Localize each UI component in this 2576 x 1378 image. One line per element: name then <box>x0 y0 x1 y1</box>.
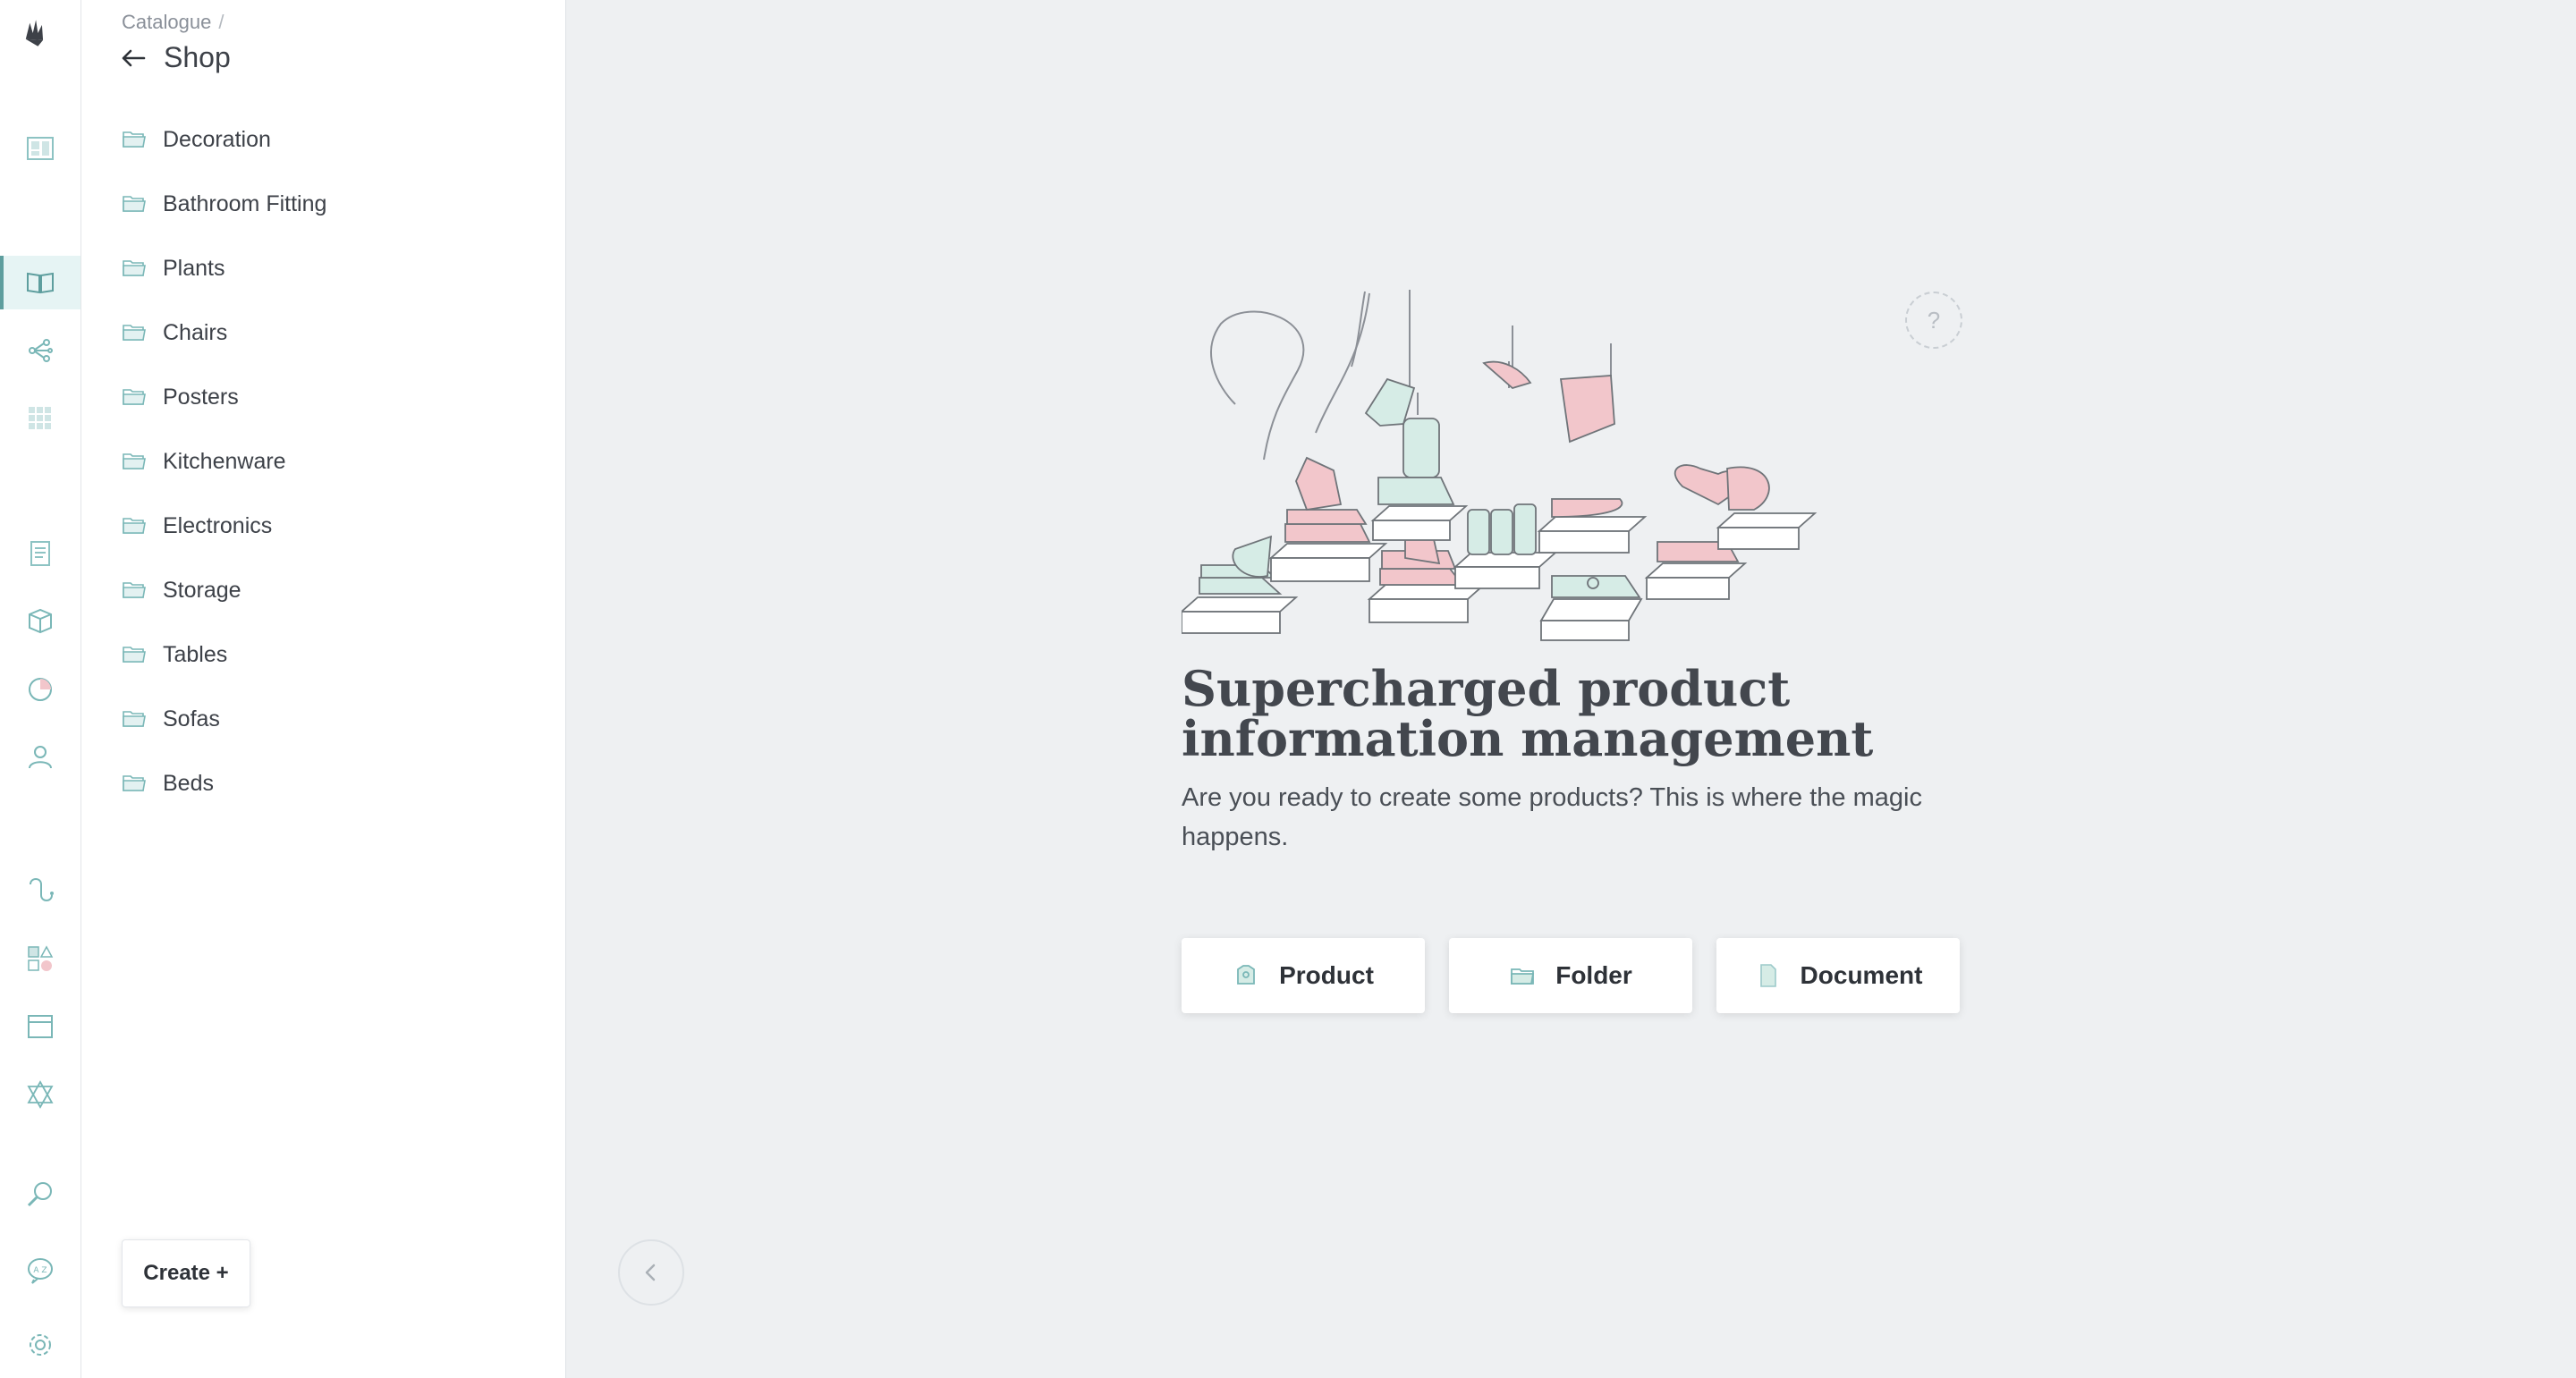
create-product-label: Product <box>1279 961 1374 989</box>
product-icon <box>1237 965 1256 985</box>
products-illustration <box>1182 290 1818 641</box>
pie-chart-icon[interactable] <box>0 662 80 715</box>
dashboard-icon[interactable] <box>0 122 80 175</box>
svg-text:A Z: A Z <box>33 1266 47 1275</box>
folder-icon <box>123 711 146 727</box>
create-button[interactable]: Create + <box>122 1239 250 1307</box>
breadcrumb-separator: / <box>218 11 225 33</box>
panel-header: Shop <box>117 41 231 74</box>
tree-item-posters[interactable]: Posters <box>122 365 326 429</box>
tree-item-storage[interactable]: Storage <box>122 558 326 622</box>
tree-item-bathroom-fitting[interactable]: Bathroom Fitting <box>122 172 326 236</box>
tree-item-label: Chairs <box>163 319 228 345</box>
folder-icon <box>123 582 146 598</box>
tree-item-plants[interactable]: Plants <box>122 236 326 300</box>
tree-item-label: Decoration <box>163 126 271 152</box>
create-folder-button[interactable]: Folder <box>1449 938 1692 1013</box>
tree-item-beds[interactable]: Beds <box>122 751 326 816</box>
folder-icon <box>123 647 146 663</box>
tree-item-label: Kitchenware <box>163 448 286 474</box>
tree-item-kitchenware[interactable]: Kitchenware <box>122 429 326 494</box>
tree-item-label: Electronics <box>163 512 273 538</box>
folder-icon <box>123 260 146 276</box>
tree-item-electronics[interactable]: Electronics <box>122 494 326 558</box>
main-content: ? Supercharged product information manag… <box>566 0 2576 1378</box>
tree-item-label: Sofas <box>163 706 220 731</box>
folder-icon <box>123 389 146 405</box>
tree-item-label: Beds <box>163 770 214 796</box>
folder-icon <box>123 325 146 341</box>
tree-item-label: Posters <box>163 384 239 410</box>
flow-icon[interactable] <box>0 324 80 377</box>
icon-rail: A Z <box>0 0 81 1378</box>
box-icon[interactable] <box>0 594 80 647</box>
tree-item-label: Tables <box>163 641 228 667</box>
tree-item-decoration[interactable]: Decoration <box>122 107 326 172</box>
layout-icon[interactable] <box>0 1000 80 1053</box>
create-actions: Product Folder Document <box>1182 938 1960 1013</box>
document-icon <box>1759 964 1776 987</box>
gear-icon[interactable] <box>0 1318 80 1372</box>
translate-icon[interactable]: A Z <box>0 1243 80 1297</box>
user-icon[interactable] <box>0 730 80 783</box>
grid-icon[interactable] <box>0 392 80 445</box>
empty-state-headline: Supercharged product information managem… <box>1182 660 1874 767</box>
triangle-icon[interactable] <box>0 1068 80 1121</box>
folder-tree: Decoration Bathroom Fitting Plants Chairs Po… <box>122 107 326 816</box>
breadcrumb: Catalogue / <box>122 11 224 34</box>
catalogue-icon[interactable] <box>0 256 80 309</box>
clipboard-icon[interactable] <box>0 526 80 579</box>
folder-icon <box>123 775 146 791</box>
hook-icon[interactable] <box>0 864 80 917</box>
empty-state-subline: Are you ready to create some products? T… <box>1182 783 1922 851</box>
tree-item-sofas[interactable]: Sofas <box>122 687 326 751</box>
create-document-button[interactable]: Document <box>1716 938 1960 1013</box>
tree-item-label: Bathroom Fitting <box>163 190 327 216</box>
create-document-label: Document <box>1800 961 1923 989</box>
search-icon[interactable] <box>0 1168 80 1222</box>
tree-item-label: Storage <box>163 577 242 603</box>
folder-icon <box>123 131 146 148</box>
breadcrumb-catalogue[interactable]: Catalogue <box>122 11 211 33</box>
tree-panel: Catalogue / Shop Decoration Bathroom Fitti… <box>81 0 684 1378</box>
shapes-icon[interactable] <box>0 932 80 985</box>
folder-icon <box>123 453 146 469</box>
back-arrow-icon[interactable] <box>117 42 149 74</box>
folder-icon <box>1511 968 1535 985</box>
logo-icon[interactable] <box>20 18 63 72</box>
create-folder-label: Folder <box>1555 961 1632 989</box>
tree-item-label: Plants <box>163 255 225 281</box>
tree-item-tables[interactable]: Tables <box>122 622 326 687</box>
create-product-button[interactable]: Product <box>1182 938 1425 1013</box>
folder-icon <box>123 518 146 534</box>
tree-item-chairs[interactable]: Chairs <box>122 300 326 365</box>
help-button[interactable]: ? <box>1905 292 1962 349</box>
folder-icon <box>123 196 146 212</box>
panel-title: Shop <box>164 41 231 73</box>
